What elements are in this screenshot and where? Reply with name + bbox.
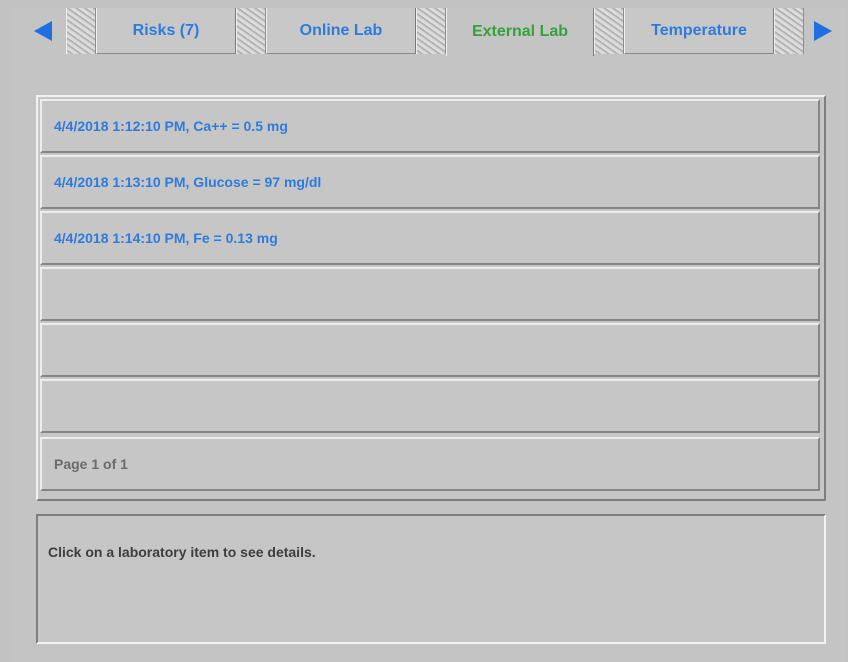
page-indicator: Page 1 of 1 <box>40 437 820 491</box>
page-indicator-text: Page 1 of 1 <box>54 456 128 472</box>
details-panel: Click on a laboratory item to see detail… <box>36 514 826 644</box>
lab-item-row[interactable]: 4/4/2018 1:12:10 PM, Ca++ = 0.5 mg <box>40 99 820 153</box>
tab-label: Temperature <box>651 21 747 39</box>
lab-item-row[interactable]: 4/4/2018 1:14:10 PM, Fe = 0.13 mg <box>40 211 820 265</box>
lab-item-row[interactable]: 4/4/2018 1:13:10 PM, Glucose = 97 mg/dl <box>40 155 820 209</box>
lab-item-text: 4/4/2018 1:12:10 PM, Ca++ = 0.5 mg <box>54 118 288 134</box>
tab-separator <box>416 8 446 54</box>
lab-item-row-empty[interactable] <box>40 379 820 433</box>
tab-online-lab[interactable]: Online Lab <box>266 8 416 54</box>
tab-separator <box>594 8 624 54</box>
tab-separator <box>66 8 96 54</box>
lab-item-text: 4/4/2018 1:14:10 PM, Fe = 0.13 mg <box>54 230 278 246</box>
lab-item-row-empty[interactable] <box>40 323 820 377</box>
tab-label: Online Lab <box>299 21 383 39</box>
scroll-tabs-left-button[interactable] <box>20 8 66 54</box>
scroll-tabs-right-button[interactable] <box>800 8 846 54</box>
tab-label: External Lab <box>471 23 569 40</box>
tab-temperature[interactable]: Temperature <box>624 8 774 54</box>
tab-risks[interactable]: Risks (7) <box>96 8 236 54</box>
lab-item-text: 4/4/2018 1:13:10 PM, Glucose = 97 mg/dl <box>54 174 322 190</box>
tab-label: Risks (7) <box>132 21 200 39</box>
tab-separator <box>236 8 266 54</box>
tab-external-lab[interactable]: External Lab <box>446 8 594 56</box>
lab-item-row-empty[interactable] <box>40 267 820 321</box>
lab-items-list: 4/4/2018 1:12:10 PM, Ca++ = 0.5 mg 4/4/2… <box>36 95 826 501</box>
tab-bar: Risks (7) Online Lab External Lab Temper… <box>12 8 846 56</box>
right-arrow-icon <box>814 21 832 41</box>
details-text: Click on a laboratory item to see detail… <box>48 544 316 560</box>
left-arrow-icon <box>34 21 52 41</box>
